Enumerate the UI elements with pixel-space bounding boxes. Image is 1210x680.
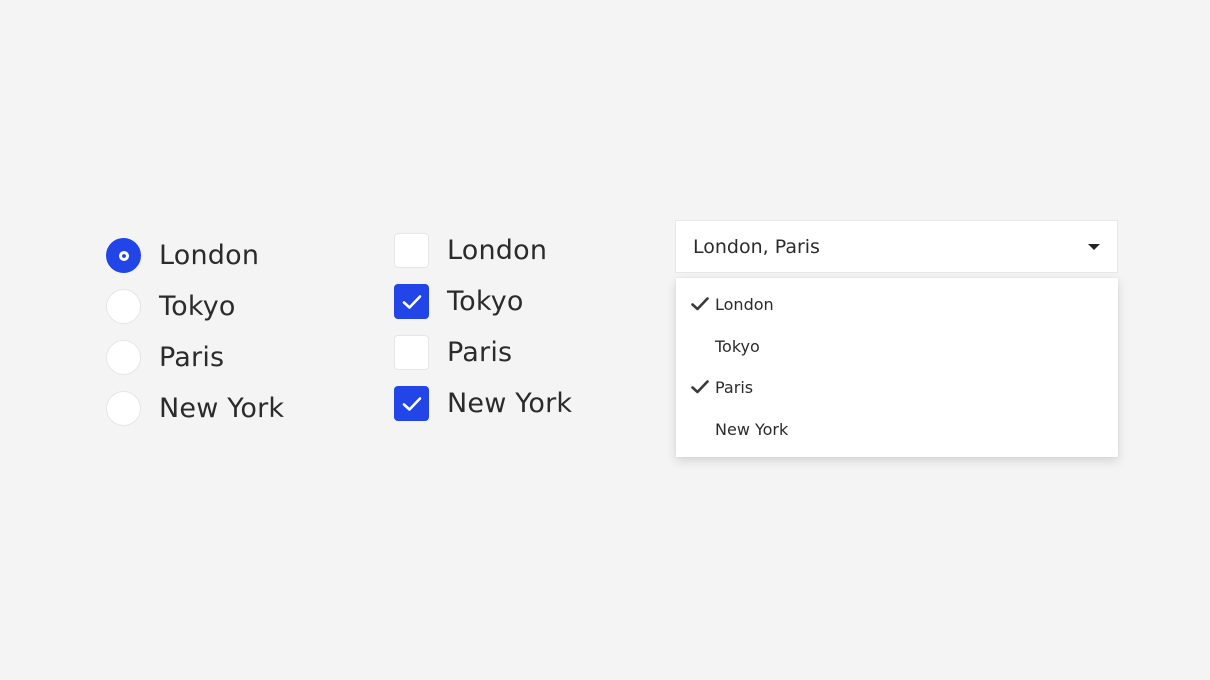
radio-button[interactable]	[106, 391, 141, 426]
radio-button-selected[interactable]	[106, 238, 141, 273]
multiselect-value: London, Paris	[693, 235, 820, 258]
checkmark-icon	[402, 294, 421, 309]
menu-option-label: Tokyo	[715, 336, 760, 356]
checkbox-option-tokyo[interactable]: Tokyo	[394, 276, 572, 327]
checkbox-label: New York	[447, 388, 573, 419]
checkbox-option-new-york[interactable]: New York	[394, 378, 572, 429]
menu-option-label: London	[715, 294, 774, 314]
multiselect-dropdown[interactable]: London, Paris	[675, 220, 1118, 273]
radio-option-london[interactable]: London	[106, 230, 284, 281]
menu-option-label: Paris	[715, 377, 754, 397]
checkbox-option-london[interactable]: London	[394, 225, 572, 276]
checkbox-label: Tokyo	[447, 286, 524, 317]
multiselect-menu: London Tokyo Paris New York	[676, 278, 1118, 457]
menu-option-label: New York	[715, 419, 789, 439]
radio-label: Paris	[159, 342, 225, 373]
checkbox-label: London	[447, 235, 548, 266]
radio-label: Tokyo	[159, 291, 236, 322]
checkbox[interactable]	[394, 335, 429, 370]
radio-option-tokyo[interactable]: Tokyo	[106, 281, 284, 332]
radio-group: London Tokyo Paris New York	[106, 230, 284, 434]
checkbox-option-paris[interactable]: Paris	[394, 327, 572, 378]
caret-down-icon[interactable]	[1088, 244, 1100, 250]
checkbox[interactable]	[394, 233, 429, 268]
checkmark-icon	[402, 396, 421, 411]
menu-option-paris[interactable]: Paris	[676, 366, 1118, 408]
radio-label: New York	[159, 393, 285, 424]
checkmark-icon	[691, 380, 709, 394]
radio-label: London	[159, 240, 260, 271]
checkbox-label: Paris	[447, 337, 513, 368]
radio-button[interactable]	[106, 340, 141, 375]
radio-option-paris[interactable]: Paris	[106, 332, 284, 383]
menu-option-new-york[interactable]: New York	[676, 408, 1118, 450]
checkbox-checked[interactable]	[394, 284, 429, 319]
menu-option-london[interactable]: London	[676, 283, 1118, 325]
menu-option-tokyo[interactable]: Tokyo	[676, 325, 1118, 367]
radio-option-new-york[interactable]: New York	[106, 383, 284, 434]
radio-dot-icon	[118, 250, 129, 261]
checkbox-group: London Tokyo Paris New York	[394, 225, 572, 429]
radio-button[interactable]	[106, 289, 141, 324]
checkbox-checked[interactable]	[394, 386, 429, 421]
checkmark-icon	[691, 297, 709, 311]
